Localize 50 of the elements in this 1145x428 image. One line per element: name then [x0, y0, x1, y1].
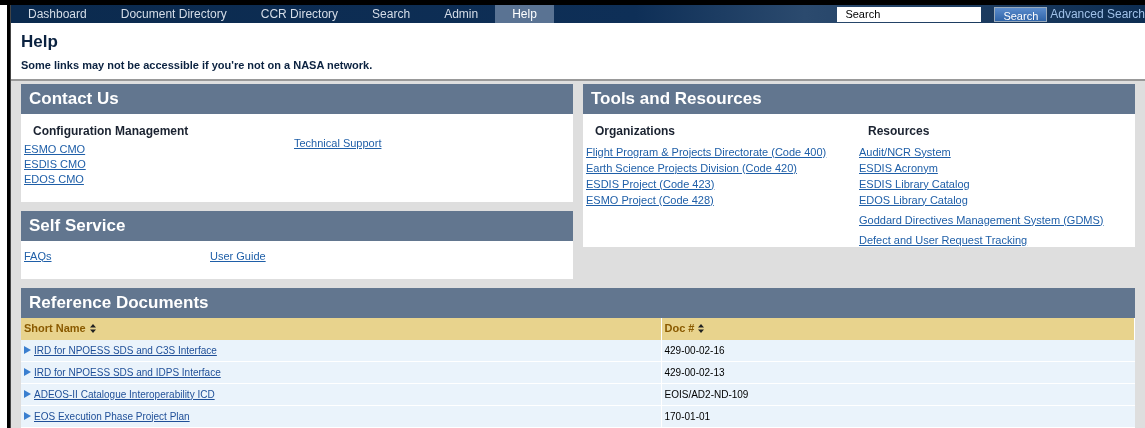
contact-link[interactable]: EDOS CMO — [24, 171, 84, 187]
resource-link[interactable]: Flight Program & Projects Directorate (Code 400) — [586, 144, 827, 160]
column-header[interactable]: Doc # — [661, 317, 1135, 340]
self-service-link[interactable]: User Guide — [210, 249, 266, 262]
resource-link[interactable]: ESDIS Library Catalog — [859, 176, 970, 192]
expand-icon[interactable] — [24, 368, 31, 377]
page-title: Help — [21, 32, 59, 52]
panel-header: Self Service — [21, 210, 573, 241]
section-heading: Configuration Management — [32, 122, 190, 140]
resource-link[interactable]: ESDIS Acronym — [859, 160, 938, 176]
sort-icon[interactable] — [89, 324, 96, 333]
doc-number: 170-01-01 — [664, 411, 711, 423]
nav-tab[interactable]: Help — [495, 5, 554, 23]
nav-tab[interactable]: Dashboard — [11, 5, 104, 23]
contact-link[interactable]: ESMO CMO — [24, 141, 86, 157]
document-link[interactable]: IRD for NPOESS SDS and IDPS Interface — [34, 364, 221, 380]
nav-tab[interactable]: CCR Directory — [243, 5, 356, 23]
document-link[interactable]: IRD for NPOESS SDS and C3S Interface — [34, 342, 217, 358]
resource-link[interactable]: Earth Science Projects Division (Code 420) — [586, 160, 797, 176]
column-heading: Resources — [867, 122, 931, 140]
column-header[interactable]: Short Name — [21, 317, 661, 340]
advanced-search-link[interactable]: Advanced Search — [1050, 5, 1145, 23]
nav-tab[interactable]: Document Directory — [103, 5, 244, 23]
document-link[interactable]: EOS Execution Phase Project Plan — [34, 408, 190, 424]
nav-tab[interactable]: Admin — [427, 5, 496, 23]
panel-header: Reference Documents — [21, 287, 1135, 318]
search-button[interactable]: Search — [994, 6, 1048, 22]
doc-number: 429-00-02-13 — [664, 367, 725, 379]
expand-icon[interactable] — [24, 412, 31, 421]
resource-link[interactable]: Defect and User Request Tracking — [859, 232, 1028, 248]
contact-link[interactable]: ESDIS CMO — [24, 156, 86, 172]
resource-link[interactable]: ESMO Project (Code 428) — [586, 192, 714, 208]
expand-icon[interactable] — [24, 390, 31, 399]
panel-header: Tools and Resources — [583, 83, 1135, 114]
doc-number: 429-00-02-16 — [664, 345, 725, 356]
resource-link[interactable]: EDOS Library Catalog — [859, 192, 968, 208]
resource-link[interactable]: Audit/NCR System — [859, 144, 951, 160]
resource-link[interactable]: ESDIS Project (Code 423) — [586, 176, 715, 192]
panel-header: Contact Us — [21, 83, 573, 114]
column-heading: Organizations — [594, 122, 676, 140]
doc-number: EOIS/AD2-ND-109 — [664, 389, 749, 401]
self-service-link[interactable]: FAQs — [24, 249, 52, 262]
search-field[interactable]: Search — [837, 6, 982, 22]
document-link[interactable]: ADEOS-II Catalogue Interoperability ICD — [34, 386, 215, 402]
expand-icon[interactable] — [24, 346, 31, 354]
resource-link[interactable]: Goddard Directives Management System (GDMS) — [859, 212, 1104, 228]
notice-text: Some links may not be accessible if you're not on a NASA network. — [21, 58, 374, 73]
nav-tab[interactable]: Search — [355, 5, 428, 23]
technical-support-link[interactable]: Technical Support — [294, 135, 382, 151]
sort-icon[interactable] — [698, 324, 705, 333]
